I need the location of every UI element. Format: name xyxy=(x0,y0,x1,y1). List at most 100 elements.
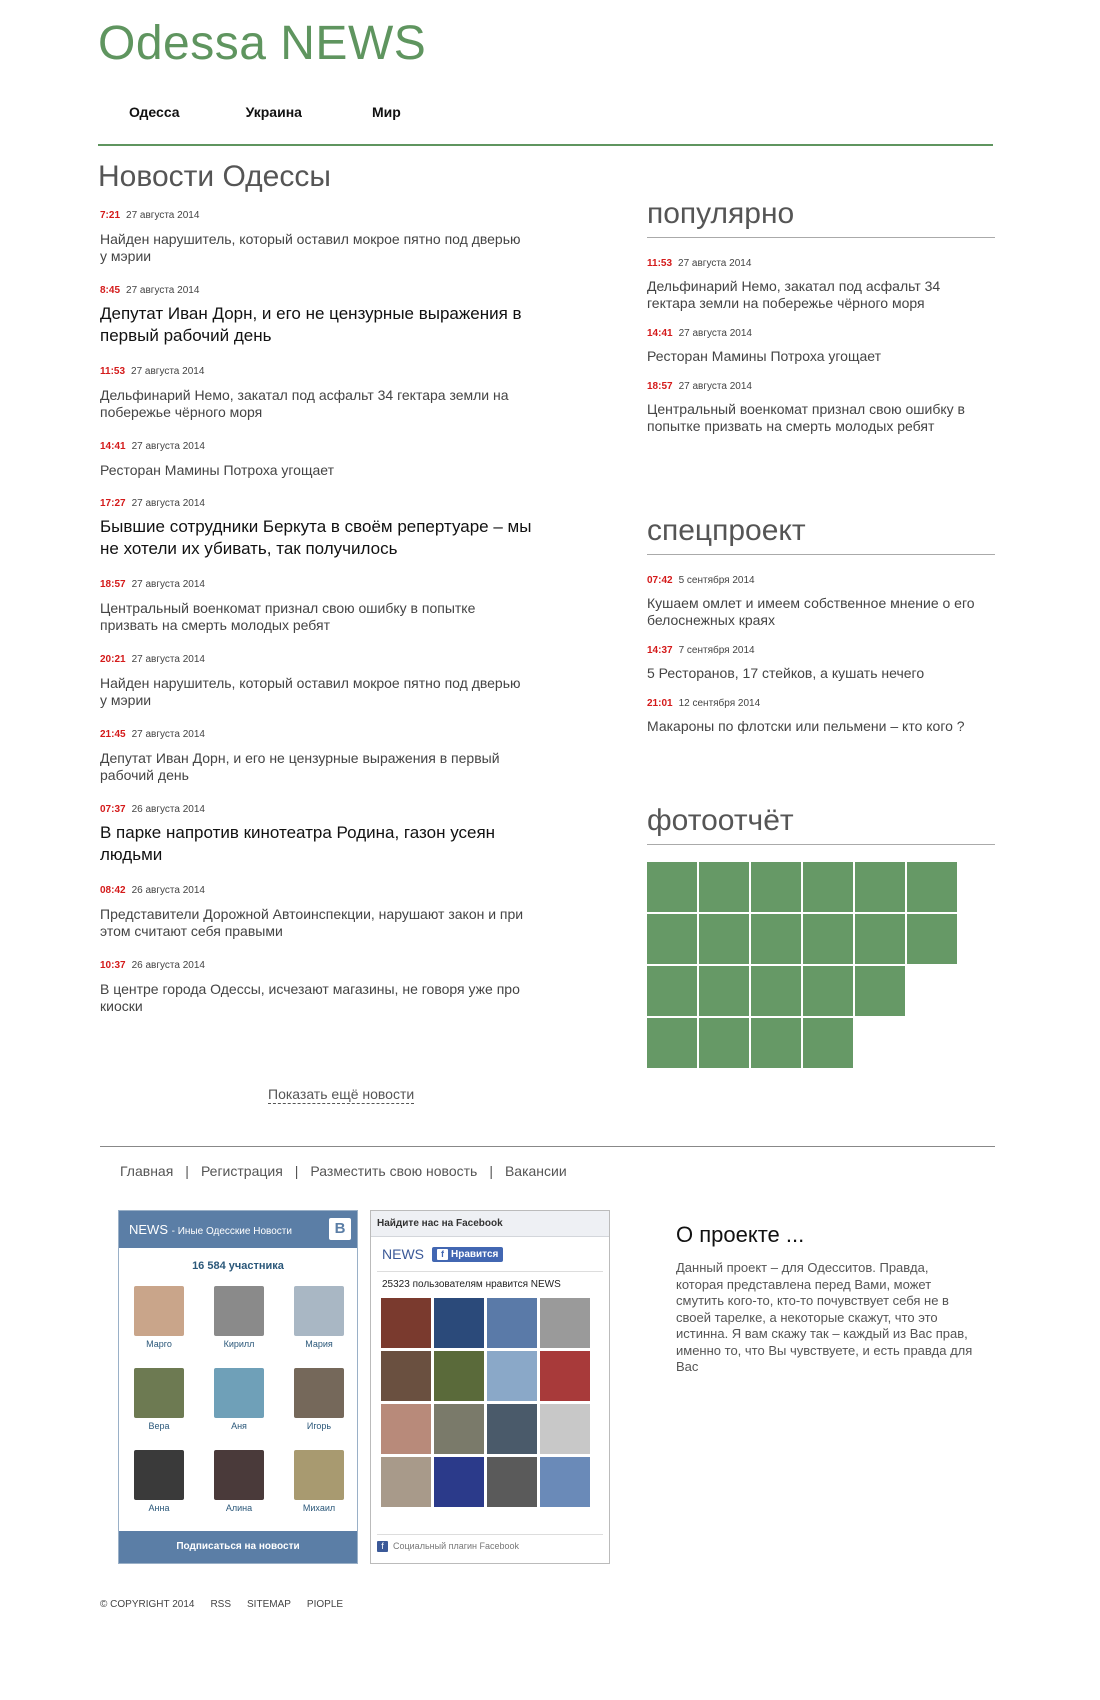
news-title[interactable]: Депутат Иван Дорн, и его не цензурные вы… xyxy=(100,303,540,347)
vk-member[interactable]: Анна xyxy=(129,1450,189,1513)
vk-member-name[interactable]: Михаил xyxy=(289,1503,349,1513)
fb-fan-avatar[interactable] xyxy=(381,1457,431,1507)
fb-fan-avatar[interactable] xyxy=(381,1351,431,1401)
footer-link-vacancies[interactable]: Вакансии xyxy=(505,1163,567,1179)
news-item[interactable]: 14:41 27 августа 2014 Ресторан Мамины Потр… xyxy=(647,328,995,365)
fb-like-button[interactable]: f Нравится xyxy=(432,1246,504,1262)
fb-fan-avatar[interactable] xyxy=(381,1298,431,1348)
photo-thumbnail[interactable] xyxy=(647,966,697,1016)
photo-thumbnail[interactable] xyxy=(699,1018,749,1068)
show-more-news-link[interactable]: Показать ещё новости xyxy=(268,1085,415,1104)
news-item[interactable]: 20:21 27 августа 2014 Найден нарушитель, к… xyxy=(100,654,540,729)
fb-page-name[interactable]: NEWS xyxy=(382,1246,424,1262)
news-item[interactable]: 17:27 27 августа 2014 Бывшие сотрудники Бе… xyxy=(100,498,540,579)
pioples-link[interactable]: PIOPLE xyxy=(307,1599,343,1610)
news-title[interactable]: В центре города Одессы, исчезают магазин… xyxy=(100,981,530,1015)
news-item[interactable]: 18:57 27 августа 2014 Центральный военкома… xyxy=(100,579,540,654)
news-item[interactable]: 11:53 27 августа 2014 Дельфинарий Немо, за… xyxy=(100,366,540,441)
vk-group-subtitle[interactable]: Иные Одесские Новости xyxy=(178,1226,292,1237)
fb-fan-avatar[interactable] xyxy=(487,1298,537,1348)
fb-fan-avatar[interactable] xyxy=(381,1404,431,1454)
news-title[interactable]: Найден нарушитель, который оставил мокро… xyxy=(100,675,530,709)
fb-fan-avatar[interactable] xyxy=(434,1351,484,1401)
nav-item-ukraine[interactable]: Украина xyxy=(246,104,302,120)
avatar[interactable] xyxy=(134,1286,184,1336)
news-item[interactable]: 07:37 26 августа 2014 В парке напротив кин… xyxy=(100,804,540,885)
vk-member[interactable]: Алина xyxy=(209,1450,269,1513)
news-item[interactable]: 14:37 7 сентября 2014 5 Ресторанов, 17 сте… xyxy=(647,645,995,682)
vk-member-name[interactable]: Игорь xyxy=(289,1421,349,1431)
photo-thumbnail[interactable] xyxy=(751,966,801,1016)
photo-thumbnail[interactable] xyxy=(647,862,697,912)
avatar[interactable] xyxy=(214,1368,264,1418)
photo-thumbnail[interactable] xyxy=(855,966,905,1016)
news-title[interactable]: Кушаем омлет и имеем собственное мнение … xyxy=(647,595,977,629)
photo-thumbnail[interactable] xyxy=(855,862,905,912)
fb-fan-avatar[interactable] xyxy=(540,1404,590,1454)
photo-thumbnail[interactable] xyxy=(699,862,749,912)
vk-member[interactable]: Игорь xyxy=(289,1368,349,1431)
fb-fan-avatar[interactable] xyxy=(540,1351,590,1401)
nav-item-odessa[interactable]: Одесса xyxy=(129,104,180,120)
photo-thumbnail[interactable] xyxy=(699,914,749,964)
news-title[interactable]: Найден нарушитель, который оставил мокро… xyxy=(100,231,530,265)
vk-member-count[interactable]: 16 584 участника xyxy=(119,1260,357,1272)
photo-thumbnail[interactable] xyxy=(855,914,905,964)
vk-member[interactable]: Кирилл xyxy=(209,1286,269,1349)
footer-link-registration[interactable]: Регистрация xyxy=(201,1163,283,1179)
photo-thumbnail[interactable] xyxy=(907,914,957,964)
avatar[interactable] xyxy=(294,1286,344,1336)
photo-thumbnail[interactable] xyxy=(803,862,853,912)
news-title[interactable]: Дельфинарий Немо, закатал под асфальт 34… xyxy=(100,387,530,421)
news-title[interactable]: Центральный военкомат признал свою ошибк… xyxy=(647,401,977,435)
vk-member-name[interactable]: Марго xyxy=(129,1339,189,1349)
news-item[interactable]: 11:53 27 августа 2014 Дельфинарий Немо, за… xyxy=(647,258,995,312)
site-logo[interactable]: Odessa NEWS xyxy=(98,16,426,71)
photo-thumbnail[interactable] xyxy=(803,914,853,964)
photo-thumbnail[interactable] xyxy=(803,966,853,1016)
news-title[interactable]: Депутат Иван Дорн, и его не цензурные вы… xyxy=(100,750,530,784)
fb-plugin-label[interactable]: Социальный плагин Facebook xyxy=(393,1541,519,1551)
photo-thumbnail[interactable] xyxy=(907,862,957,912)
news-title[interactable]: Центральный военкомат признал свою ошибк… xyxy=(100,600,530,634)
fb-like-count-page[interactable]: NEWS xyxy=(531,1279,561,1290)
photo-thumbnail[interactable] xyxy=(699,966,749,1016)
news-title[interactable]: Ресторан Мамины Потроха угощает xyxy=(100,462,530,479)
avatar[interactable] xyxy=(294,1450,344,1500)
footer-link-home[interactable]: Главная xyxy=(120,1163,173,1179)
news-item[interactable]: 10:37 26 августа 2014 В центре города Одес… xyxy=(100,960,540,1035)
news-item[interactable]: 21:45 27 августа 2014 Депутат Иван Дорн, и… xyxy=(100,729,540,804)
avatar[interactable] xyxy=(134,1368,184,1418)
photo-thumbnail[interactable] xyxy=(647,914,697,964)
vk-member-name[interactable]: Анна xyxy=(129,1503,189,1513)
avatar[interactable] xyxy=(214,1286,264,1336)
news-item[interactable]: 21:01 12 сентября 2014 Макароны по флотски… xyxy=(647,698,995,735)
vk-member[interactable]: Михаил xyxy=(289,1450,349,1513)
fb-fan-avatar[interactable] xyxy=(487,1457,537,1507)
fb-fan-avatar[interactable] xyxy=(434,1404,484,1454)
fb-fan-avatar[interactable] xyxy=(487,1404,537,1454)
vk-member[interactable]: Марго xyxy=(129,1286,189,1349)
vk-member-name[interactable]: Алина xyxy=(209,1503,269,1513)
photo-thumbnail[interactable] xyxy=(647,1018,697,1068)
news-item[interactable]: 07:42 5 сентября 2014 Кушаем омлет и имеем… xyxy=(647,575,995,629)
vk-member-name[interactable]: Кирилл xyxy=(209,1339,269,1349)
news-title[interactable]: Дельфинарий Немо, закатал под асфальт 34… xyxy=(647,278,977,312)
photo-thumbnail[interactable] xyxy=(803,1018,853,1068)
news-title[interactable]: Макароны по флотски или пельмени – кто к… xyxy=(647,718,977,735)
fb-fan-avatar[interactable] xyxy=(434,1298,484,1348)
vk-logo-icon[interactable]: В xyxy=(329,1218,351,1240)
rss-link[interactable]: RSS xyxy=(210,1599,231,1610)
news-title[interactable]: Бывшие сотрудники Беркута в своём реперт… xyxy=(100,516,540,560)
news-item[interactable]: 18:57 27 августа 2014 Центральный военкома… xyxy=(647,381,995,435)
fb-fan-avatar[interactable] xyxy=(540,1298,590,1348)
vk-group-title[interactable]: NEWS xyxy=(129,1222,168,1237)
vk-member[interactable]: Аня xyxy=(209,1368,269,1431)
vk-member[interactable]: Мария xyxy=(289,1286,349,1349)
news-title[interactable]: В парке напротив кинотеатра Родина, газо… xyxy=(100,822,540,866)
photo-thumbnail[interactable] xyxy=(751,1018,801,1068)
photo-thumbnail[interactable] xyxy=(751,862,801,912)
avatar[interactable] xyxy=(214,1450,264,1500)
vk-member-name[interactable]: Аня xyxy=(209,1421,269,1431)
photo-thumbnail[interactable] xyxy=(751,914,801,964)
